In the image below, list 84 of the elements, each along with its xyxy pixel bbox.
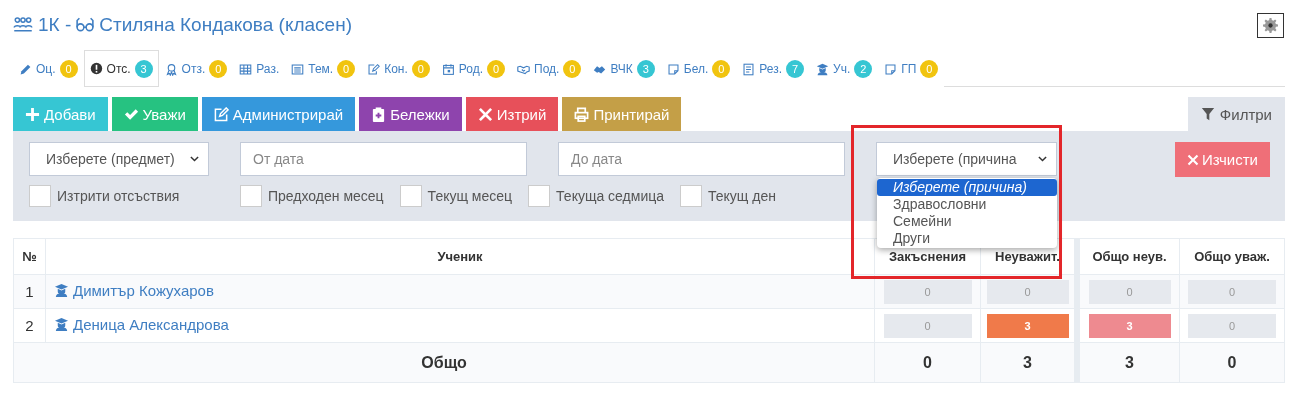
ribbon-icon	[164, 62, 178, 76]
close-icon	[477, 106, 493, 122]
total-label: Общо	[421, 353, 467, 371]
exclamation-icon	[89, 62, 103, 75]
total-value: 0	[923, 353, 932, 371]
edit-icon	[367, 62, 381, 76]
clipboard-icon	[371, 106, 387, 122]
clear-button[interactable]: Изчисти	[1174, 142, 1270, 177]
toolbar-button[interactable]: Бележки	[359, 97, 462, 131]
count-badge: 0	[59, 60, 78, 78]
total-value: 3	[1023, 353, 1032, 371]
column-header: Общо уваж.	[1179, 238, 1285, 275]
teacher-name: Стиляна Кондакова (класен)	[99, 14, 352, 36]
count-cell: 0	[883, 313, 972, 338]
checkbox-label: Текущ месец	[427, 188, 513, 204]
count-badge: 3	[636, 60, 655, 78]
filters-tab[interactable]: Филтри	[1187, 97, 1285, 131]
dropdown-option[interactable]: Семейни	[877, 213, 1057, 230]
tab[interactable]: Отс. 3	[83, 50, 159, 86]
student-link[interactable]: Димитър Кожухаров	[46, 282, 214, 299]
glasses-icon	[76, 16, 95, 34]
count-badge: 0	[563, 60, 582, 78]
graduate-icon	[54, 317, 69, 332]
close-icon	[1186, 153, 1199, 166]
checkbox[interactable]	[240, 185, 262, 207]
count-badge: 0	[487, 60, 505, 78]
checkbox-label: Предходен месец	[268, 188, 384, 204]
date-field[interactable]: До дата	[558, 142, 845, 176]
pencil-icon	[19, 62, 32, 76]
count-badge: 2	[854, 60, 873, 78]
document-icon	[742, 62, 756, 76]
dropdown-option[interactable]: Изберете (причина)	[877, 179, 1057, 196]
calendar-icon	[441, 62, 455, 76]
total-value: 0	[1227, 353, 1237, 371]
toolbar-button[interactable]: Администрирай	[201, 97, 356, 131]
count-badge: 7	[786, 60, 805, 78]
caret-icon	[189, 153, 200, 165]
toolbar-button[interactable]: Изтрий	[465, 97, 559, 131]
edit-icon	[213, 106, 229, 122]
checkbox[interactable]	[680, 185, 702, 207]
count-cell: 3	[986, 313, 1069, 338]
row-number: 1	[13, 274, 46, 309]
count-badge: 3	[134, 59, 153, 78]
student-link[interactable]: Деница Александрова	[46, 316, 229, 333]
dropdown-option[interactable]: Здравословни	[877, 196, 1057, 213]
plus-icon	[25, 106, 40, 122]
list-icon	[291, 62, 305, 76]
column-header: №	[13, 238, 46, 275]
count-badge: 0	[337, 60, 356, 78]
note-icon	[666, 62, 680, 76]
count-badge: 0	[209, 60, 228, 78]
printer-icon	[574, 106, 590, 122]
class-name: 1К -	[38, 14, 72, 36]
checkbox[interactable]	[528, 185, 551, 207]
checkbox-label: Изтрити отсъствия	[57, 188, 180, 204]
table-icon	[239, 62, 253, 76]
toolbar-button[interactable]: Принтирай	[562, 97, 682, 131]
subject-select[interactable]: Изберете (предмет)	[29, 142, 209, 176]
count-cell: 0	[1188, 313, 1276, 338]
count-badge: 0	[920, 60, 939, 78]
graduate-icon	[816, 62, 830, 76]
checkbox[interactable]	[29, 185, 51, 207]
total-value: 3	[1125, 353, 1134, 371]
reason-select[interactable]: Изберете (причина	[876, 142, 1057, 176]
settings-button[interactable]	[1257, 12, 1284, 38]
graduate-icon	[54, 283, 69, 298]
count-cell: 0	[883, 279, 972, 304]
count-badge: 0	[411, 60, 430, 78]
settings-icon	[1263, 17, 1278, 33]
count-cell: 0	[1188, 279, 1276, 304]
column-header: Ученик	[45, 238, 875, 275]
date-field[interactable]: От дата	[240, 142, 527, 176]
toolbar-button[interactable]: Уважи	[111, 97, 198, 131]
filter-icon	[1200, 107, 1215, 121]
caret-icon	[1037, 153, 1048, 165]
count-badge: 0	[712, 60, 731, 78]
count-cell: 0	[986, 279, 1069, 304]
count-cell: 0	[1088, 279, 1171, 304]
note-icon	[884, 62, 898, 76]
checkbox-label: Текуща седмица	[556, 188, 664, 204]
checkbox[interactable]	[399, 185, 422, 207]
count-cell: 3	[1088, 313, 1171, 338]
checkbox-label: Текущ ден	[708, 188, 776, 204]
row-number: 2	[13, 308, 46, 343]
